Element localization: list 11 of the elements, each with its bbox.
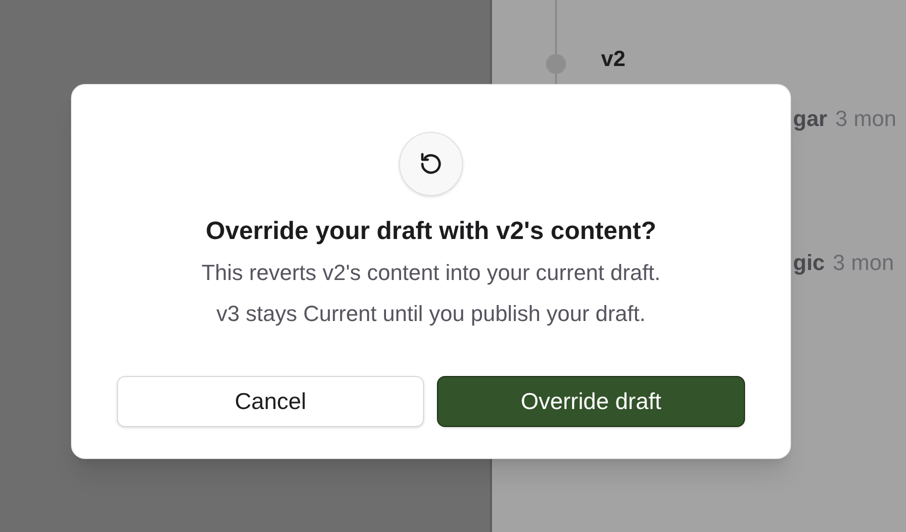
override-button[interactable]: Override draft — [437, 376, 745, 427]
author-name: gar — [793, 105, 828, 133]
version-label: v2 — [601, 45, 626, 73]
author-name: gic — [793, 249, 825, 277]
timestamp: 3 mon — [832, 249, 894, 277]
dialog-message: This reverts v2's content into your current draft. — [201, 259, 661, 287]
dialog-message: v3 stays Current until you publish your draft. — [216, 300, 646, 328]
undo-icon — [399, 132, 463, 196]
timestamp: 3 mon — [835, 105, 896, 133]
cancel-button[interactable]: Cancel — [117, 376, 424, 427]
dialog-title: Override your draft with v2's content? — [206, 216, 656, 246]
